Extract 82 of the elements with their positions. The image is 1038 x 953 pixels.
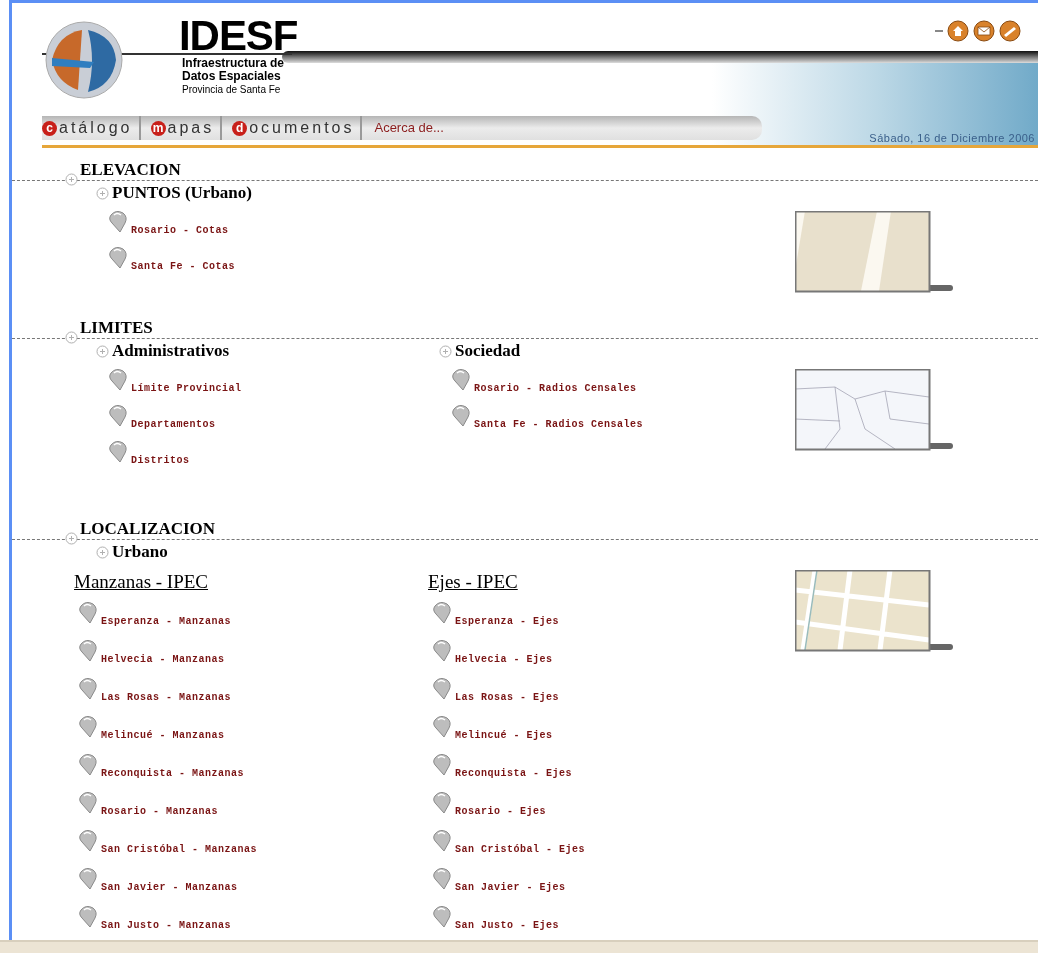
layer-link[interactable]: Santa Fe - Radios Censales — [474, 417, 644, 432]
layer-link[interactable]: Esperanza - Ejes — [455, 614, 559, 629]
layer-link[interactable]: Las Rosas - Manzanas — [101, 690, 232, 705]
pin-icon — [108, 367, 130, 391]
layer-link[interactable]: Helvecia - Ejes — [455, 652, 553, 667]
section-title[interactable]: LIMITES — [80, 318, 153, 338]
layer-link[interactable]: San Justo - Ejes — [455, 918, 559, 933]
mail-icon[interactable] — [973, 20, 995, 42]
layer-link[interactable]: San Cristóbal - Manzanas — [101, 842, 258, 857]
pin-icon — [78, 904, 100, 928]
pin-icon — [108, 209, 130, 233]
pin-icon — [432, 790, 454, 814]
logo-tagline: Provincia de Santa Fe — [182, 84, 281, 96]
pin-icon — [108, 439, 130, 463]
pin-icon — [78, 600, 100, 624]
pin-icon — [78, 638, 100, 662]
layer-link[interactable]: Distritos — [131, 453, 190, 468]
pin-icon — [108, 245, 130, 269]
expand-icon[interactable] — [96, 186, 109, 200]
layer-link[interactable]: Departamentos — [131, 417, 216, 432]
pin-icon — [78, 790, 100, 814]
group-title[interactable]: PUNTOS (Urbano) — [112, 180, 252, 206]
layer-link[interactable]: Esperanza - Manzanas — [101, 614, 232, 629]
pin-icon — [78, 676, 100, 700]
section-title[interactable]: LOCALIZACION — [80, 519, 216, 539]
pin-icon — [78, 714, 100, 738]
pin-icon — [78, 866, 100, 890]
pin-icon — [432, 638, 454, 662]
logo-subtitle: Datos Espaciales — [182, 70, 281, 83]
date-label: Sábado, 16 de Diciembre 2006 — [869, 131, 1035, 146]
expand-icon[interactable] — [65, 532, 78, 545]
pencil-icon[interactable] — [999, 20, 1021, 42]
expand-icon[interactable] — [439, 344, 452, 358]
pin-icon — [432, 714, 454, 738]
globe-logo-icon — [44, 20, 124, 100]
layer-link[interactable]: Rosario - Radios Censales — [474, 381, 637, 396]
list-heading[interactable]: Manzanas - IPEC — [74, 568, 209, 596]
nav-link[interactable]: Acerca de... — [374, 118, 444, 138]
pin-icon — [108, 403, 130, 427]
logo-title: IDESF — [179, 15, 298, 57]
layer-link[interactable]: San Javier - Ejes — [455, 880, 566, 895]
layer-link[interactable]: Reconquista - Manzanas — [101, 766, 245, 781]
nav-link[interactable]: apas — [167, 116, 215, 140]
pin-icon — [432, 866, 454, 890]
layer-link[interactable]: Rosario - Ejes — [455, 804, 546, 819]
nav-link[interactable]: atálogo — [59, 116, 133, 140]
layer-link[interactable]: Reconquista - Ejes — [455, 766, 573, 781]
nav-link[interactable]: ocumentos — [249, 116, 355, 140]
pin-icon — [451, 367, 473, 391]
layer-link[interactable]: Melincué - Manzanas — [101, 728, 225, 743]
letter-badge[interactable]: d — [232, 120, 248, 136]
layer-link[interactable]: San Cristóbal - Ejes — [455, 842, 586, 857]
layer-link[interactable]: Rosario - Cotas — [131, 223, 229, 238]
pin-icon — [432, 600, 454, 624]
logo-subtitle: Infraestructura de — [182, 57, 285, 70]
pin-icon — [78, 752, 100, 776]
layer-link[interactable]: Santa Fe - Cotas — [131, 259, 235, 274]
expand-icon[interactable] — [65, 331, 78, 344]
group-title[interactable]: Urbano — [112, 539, 168, 565]
expand-icon[interactable] — [65, 173, 78, 186]
section-title[interactable]: ELEVACION — [80, 160, 181, 180]
layer-link[interactable]: Las Rosas - Ejes — [455, 690, 559, 705]
layer-link[interactable]: Rosario - Manzanas — [101, 804, 219, 819]
layer-link[interactable]: Límite Provincial — [131, 381, 242, 396]
layer-link[interactable]: San Justo - Manzanas — [101, 918, 232, 933]
group-title[interactable]: Sociedad — [455, 338, 521, 364]
pin-icon — [432, 828, 454, 852]
group-title[interactable]: Administrativos — [112, 338, 230, 364]
pin-icon — [432, 752, 454, 776]
expand-icon[interactable] — [96, 545, 109, 559]
list-heading[interactable]: Ejes - IPEC — [428, 568, 518, 596]
layer-link[interactable]: Melincué - Ejes — [455, 728, 553, 743]
pin-icon — [451, 403, 473, 427]
expand-icon[interactable] — [96, 344, 109, 358]
pin-icon — [78, 828, 100, 852]
letter-badge[interactable]: m — [150, 120, 166, 136]
layer-link[interactable]: Helvecia - Manzanas — [101, 652, 225, 667]
pin-icon — [432, 676, 454, 700]
layer-link[interactable]: San Javier - Manzanas — [101, 880, 238, 895]
letter-badge[interactable]: c — [42, 120, 57, 136]
pin-icon — [432, 904, 454, 928]
home-icon[interactable] — [947, 20, 969, 42]
